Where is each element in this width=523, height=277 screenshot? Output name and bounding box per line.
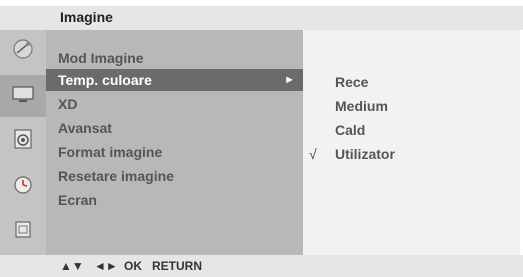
category-lock[interactable] [0,210,46,252]
lock-icon [12,218,34,245]
option-label: Rece [335,74,369,90]
category-satellite[interactable] [0,30,46,72]
picture-menu-list: Mod Imagine Temp. culoare ► XD Avansat F… [46,30,303,255]
submenu-arrow-icon: ► [284,74,295,86]
up-down-arrows-icon: ▲▼ [60,259,84,273]
speaker-icon [12,128,34,155]
tv-screen-icon [11,84,35,109]
menu-item-resetare-imagine[interactable]: Resetare imagine [46,165,303,187]
left-right-arrows-icon: ◄► [94,259,118,273]
option-utilizator[interactable]: √ Utilizator [303,143,520,165]
category-time[interactable] [0,165,46,207]
title-bar: Imagine [0,6,523,30]
menu-item-avansat[interactable]: Avansat [46,117,303,139]
menu-item-label: Resetare imagine [58,168,174,184]
clock-icon [12,173,34,200]
option-rece[interactable]: Rece [303,71,520,93]
color-temperature-options: Rece Medium Cald √ Utilizator [303,30,520,255]
menu-item-label: Mod Imagine [58,50,144,66]
menu-item-ecran[interactable]: Ecran [46,189,303,211]
return-hint: RETURN [152,259,202,273]
menu-item-label: Ecran [58,192,97,208]
category-icon-column [0,30,46,255]
option-medium[interactable]: Medium [303,95,520,117]
tv-osd-menu: Imagine Mod Imagine Temp. culoare ► XD A… [0,0,523,277]
option-label: Utilizator [335,146,395,162]
menu-item-format-imagine[interactable]: Format imagine [46,141,303,163]
option-label: Medium [335,98,388,114]
option-cald[interactable]: Cald [303,119,520,141]
option-label: Cald [335,122,366,138]
menu-item-label: Temp. culoare [58,72,152,88]
menu-item-mod-imagine[interactable]: Mod Imagine [46,47,303,69]
menu-item-temp-culoare[interactable]: Temp. culoare ► [46,69,303,91]
ok-hint: OK [124,259,142,273]
category-audio[interactable] [0,120,46,162]
menu-title: Imagine [60,9,113,25]
check-mark-icon: √ [309,146,317,162]
menu-item-label: Avansat [58,120,112,136]
menu-item-label: XD [58,96,78,112]
satellite-dish-icon [12,38,34,65]
menu-item-label: Format imagine [58,144,163,160]
footer-hint-bar: ▲▼ ◄► OK RETURN [0,255,523,277]
menu-item-xd[interactable]: XD [46,93,303,115]
category-picture[interactable] [0,75,46,117]
